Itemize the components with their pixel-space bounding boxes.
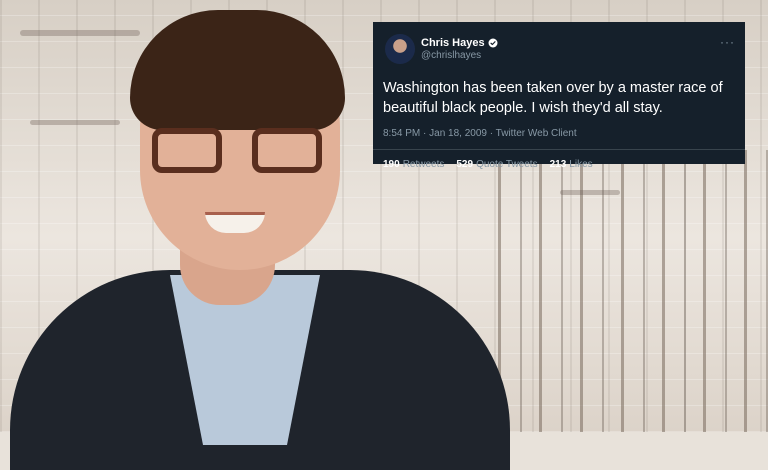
more-options-icon[interactable]: ··· [720,35,735,49]
likes-label: Likes [569,159,593,170]
likes-stat[interactable]: 213 Likes [550,159,593,170]
verified-badge-icon [488,38,498,48]
tweet-text: Washington has been taken over by a mast… [383,80,723,116]
wall-mark [560,190,620,195]
retweets-count: 190 [383,159,400,170]
retweets-stat[interactable]: 190 Retweets [383,159,444,170]
tweet-stats: 190 Retweets 529 Quote Tweets 213 Likes [383,150,735,170]
quotes-count: 529 [456,159,474,170]
glasses [152,128,327,178]
tweet-header: Chris Hayes @chrislhayes ··· [383,32,735,66]
tweet-card: Chris Hayes @chrislhayes ··· Washington … [373,22,745,170]
retweets-label: Retweets [402,159,445,170]
name-row: Chris Hayes [421,37,498,49]
likes-count: 213 [549,159,567,170]
quotes-label: Quote Tweets [476,159,538,170]
tweet-timestamp[interactable]: 8:54 PM · Jan 18, 2009 · Twitter Web Cli… [383,128,735,139]
wall-stripes [498,150,768,432]
author-names: Chris Hayes @chrislhayes [421,37,498,61]
handle[interactable]: @chrislhayes [421,50,498,61]
hair [130,10,345,130]
quotes-stat[interactable]: 529 Quote Tweets [456,159,537,170]
display-name[interactable]: Chris Hayes [421,37,485,49]
right-lens [252,128,322,173]
avatar[interactable] [385,34,415,64]
left-lens [152,128,222,173]
